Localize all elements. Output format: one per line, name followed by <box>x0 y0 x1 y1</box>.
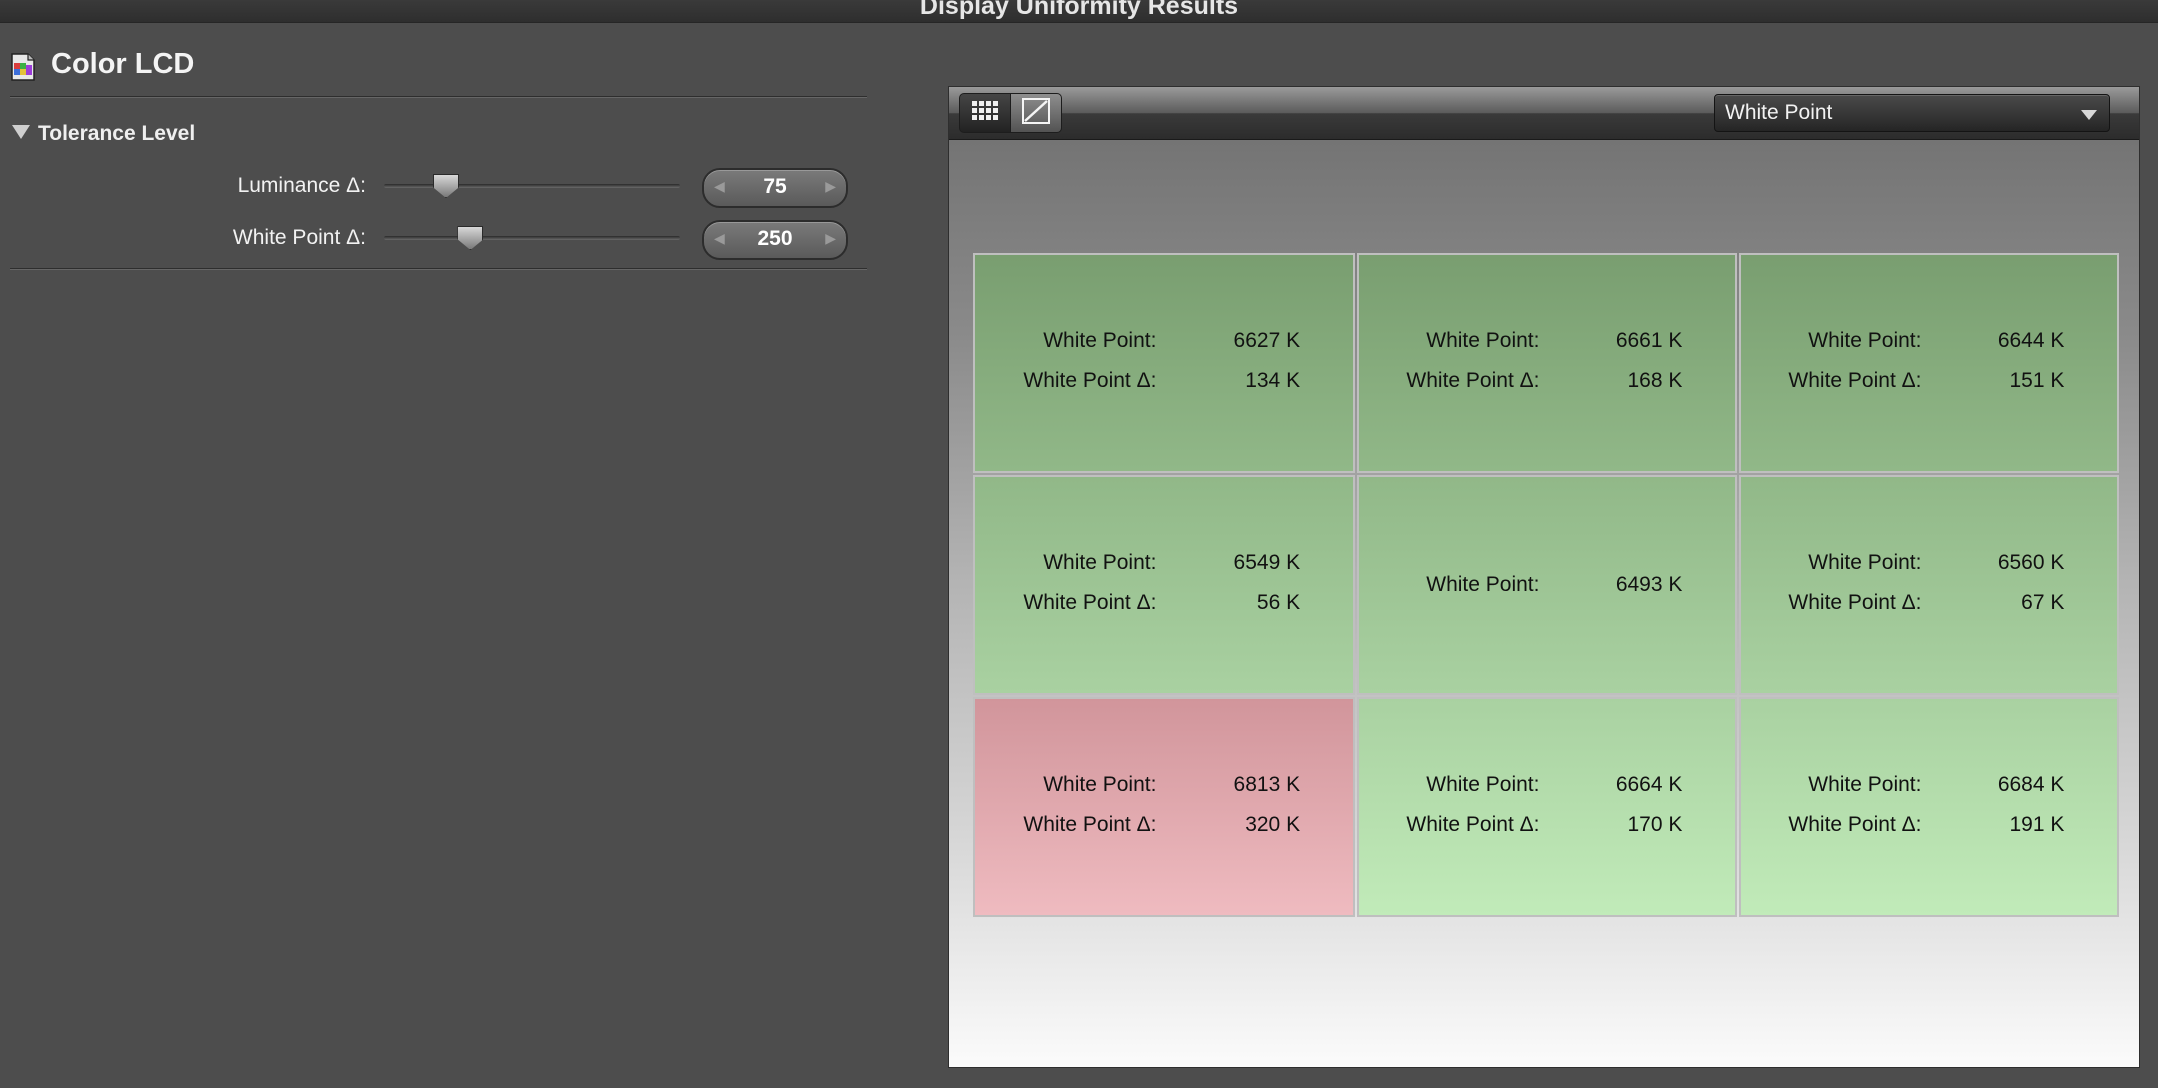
white-point-label: White Point: <box>1426 329 1540 352</box>
white-point-row: White Point: 6661 K <box>1359 329 1735 355</box>
display-mode-selected: White Point <box>1725 101 1833 124</box>
white-point-label: White Point: <box>1426 773 1540 796</box>
white-point-delta-value: 320 K <box>1245 813 1301 836</box>
white-point-delta-value: 67 K <box>2021 591 2065 614</box>
luminance-delta-label: Luminance Δ: <box>237 174 366 197</box>
white-point-value: 6627 K <box>1233 329 1301 352</box>
white-point-label: White Point: <box>1043 773 1157 796</box>
luminance-value[interactable]: 75 <box>734 175 816 199</box>
white-point-stepper[interactable]: ◀ 250 ▶ <box>702 220 848 260</box>
tolerance-level-disclosure[interactable]: Tolerance Level <box>12 122 195 146</box>
white-point-label: White Point: <box>1808 551 1922 574</box>
uniformity-cell: White Point: 6684 K White Point Δ: 191 K <box>1739 697 2119 917</box>
white-point-delta-row: White Point Δ: 151 K <box>1741 369 2117 395</box>
white-point-delta-row: White Point Δ: 67 K <box>1741 591 2117 617</box>
decrement-arrow-icon[interactable]: ◀ <box>714 178 725 195</box>
white-point-value[interactable]: 250 <box>734 227 816 251</box>
white-point-row: White Point: 6627 K <box>975 329 1353 355</box>
white-point-label: White Point: <box>1426 573 1540 596</box>
window-title: Display Uniformity Results <box>919 0 1239 20</box>
white-point-row: White Point: 6560 K <box>1741 551 2117 577</box>
white-point-delta-label: White Point Δ: <box>1788 813 1922 836</box>
white-point-label: White Point: <box>1808 329 1922 352</box>
white-point-row: White Point: 6664 K <box>1359 773 1735 799</box>
white-point-delta-value: 170 K <box>1627 813 1683 836</box>
grid-view-button[interactable] <box>959 93 1011 133</box>
uniformity-cell: White Point: 6664 K White Point Δ: 170 K <box>1357 697 1737 917</box>
white-point-value: 6644 K <box>1997 329 2065 352</box>
white-point-label: White Point: <box>1043 551 1157 574</box>
white-point-row: White Point: 6493 K <box>1359 573 1735 599</box>
white-point-delta-value: 191 K <box>2009 813 2065 836</box>
white-point-delta-row: White Point Δ: 191 K <box>1741 813 2117 839</box>
graph-view-button[interactable] <box>1010 93 1062 133</box>
uniformity-grid: White Point: 6627 K White Point Δ: 134 K Whi… <box>973 253 2119 917</box>
white-point-row: White Point: 6813 K <box>975 773 1353 799</box>
white-point-delta-row: White Point Δ: 134 K <box>975 369 1353 395</box>
white-point-delta-label: White Point Δ: <box>1406 813 1540 836</box>
uniformity-cell: White Point: 6549 K White Point Δ: 56 K <box>973 475 1355 695</box>
uniformity-cell: White Point: 6644 K White Point Δ: 151 K <box>1739 253 2119 473</box>
uniformity-cell: White Point: 6560 K White Point Δ: 67 K <box>1739 475 2119 695</box>
white-point-delta-row: White Point Δ: 170 K <box>1359 813 1735 839</box>
white-point-delta-row: White Point Δ: 56 K <box>975 591 1353 617</box>
uniformity-results-panel: White Point White Point: 6627 K White Poin… <box>948 86 2140 1068</box>
white-point-slider-thumb[interactable] <box>457 226 484 250</box>
results-toolbar: White Point <box>949 87 2139 140</box>
white-point-value: 6813 K <box>1233 773 1301 796</box>
white-point-delta-label: White Point Δ: <box>1023 591 1157 614</box>
white-point-delta-value: 168 K <box>1627 369 1683 392</box>
white-point-row: White Point: 6644 K <box>1741 329 2117 355</box>
grid-icon <box>970 99 1000 128</box>
white-point-value: 6549 K <box>1233 551 1301 574</box>
white-point-slider[interactable] <box>384 226 680 250</box>
graph-icon <box>1021 97 1051 130</box>
luminance-stepper[interactable]: ◀ 75 ▶ <box>702 168 848 208</box>
separator <box>10 96 867 98</box>
uniformity-cell: White Point: 6627 K White Point Δ: 134 K <box>973 253 1355 473</box>
white-point-delta-label: White Point Δ: <box>232 226 366 249</box>
white-point-row: White Point: 6549 K <box>975 551 1353 577</box>
uniformity-cell: White Point: 6813 K White Point Δ: 320 K <box>973 697 1355 917</box>
white-point-value: 6493 K <box>1615 573 1683 596</box>
white-point-delta-label: White Point Δ: <box>1406 369 1540 392</box>
white-point-delta-label: White Point Δ: <box>1023 369 1157 392</box>
white-point-value: 6661 K <box>1615 329 1683 352</box>
luminance-slider[interactable] <box>384 174 680 198</box>
chevron-down-icon <box>2081 110 2097 120</box>
uniformity-cell: White Point: 6493 K <box>1357 475 1737 695</box>
white-point-delta-label: White Point Δ: <box>1788 591 1922 614</box>
white-point-label: White Point: <box>1808 773 1922 796</box>
white-point-value: 6684 K <box>1997 773 2065 796</box>
white-point-delta-value: 134 K <box>1245 369 1301 392</box>
white-point-label: White Point: <box>1043 329 1157 352</box>
white-point-value: 6664 K <box>1615 773 1683 796</box>
white-point-delta-row: White Point Δ: 168 K <box>1359 369 1735 395</box>
display-mode-dropdown[interactable]: White Point <box>1714 94 2110 132</box>
window-titlebar: Display Uniformity Results <box>0 0 2158 23</box>
uniformity-cell: White Point: 6661 K White Point Δ: 168 K <box>1357 253 1737 473</box>
decrement-arrow-icon[interactable]: ◀ <box>714 230 725 247</box>
white-point-row: White Point: 6684 K <box>1741 773 2117 799</box>
white-point-delta-row: White Point Δ: 320 K <box>975 813 1353 839</box>
increment-arrow-icon[interactable]: ▶ <box>825 178 836 195</box>
white-point-value: 6560 K <box>1997 551 2065 574</box>
white-point-delta-value: 151 K <box>2009 369 2065 392</box>
separator <box>10 268 867 270</box>
display-profile-icon <box>10 52 38 82</box>
device-name: Color LCD <box>51 48 195 80</box>
disclosure-triangle-icon[interactable] <box>12 125 30 139</box>
white-point-delta-label: White Point Δ: <box>1023 813 1157 836</box>
white-point-delta-value: 56 K <box>1256 591 1301 614</box>
increment-arrow-icon[interactable]: ▶ <box>825 230 836 247</box>
tolerance-level-title: Tolerance Level <box>38 122 196 145</box>
luminance-slider-thumb[interactable] <box>432 174 459 198</box>
white-point-delta-label: White Point Δ: <box>1788 369 1922 392</box>
